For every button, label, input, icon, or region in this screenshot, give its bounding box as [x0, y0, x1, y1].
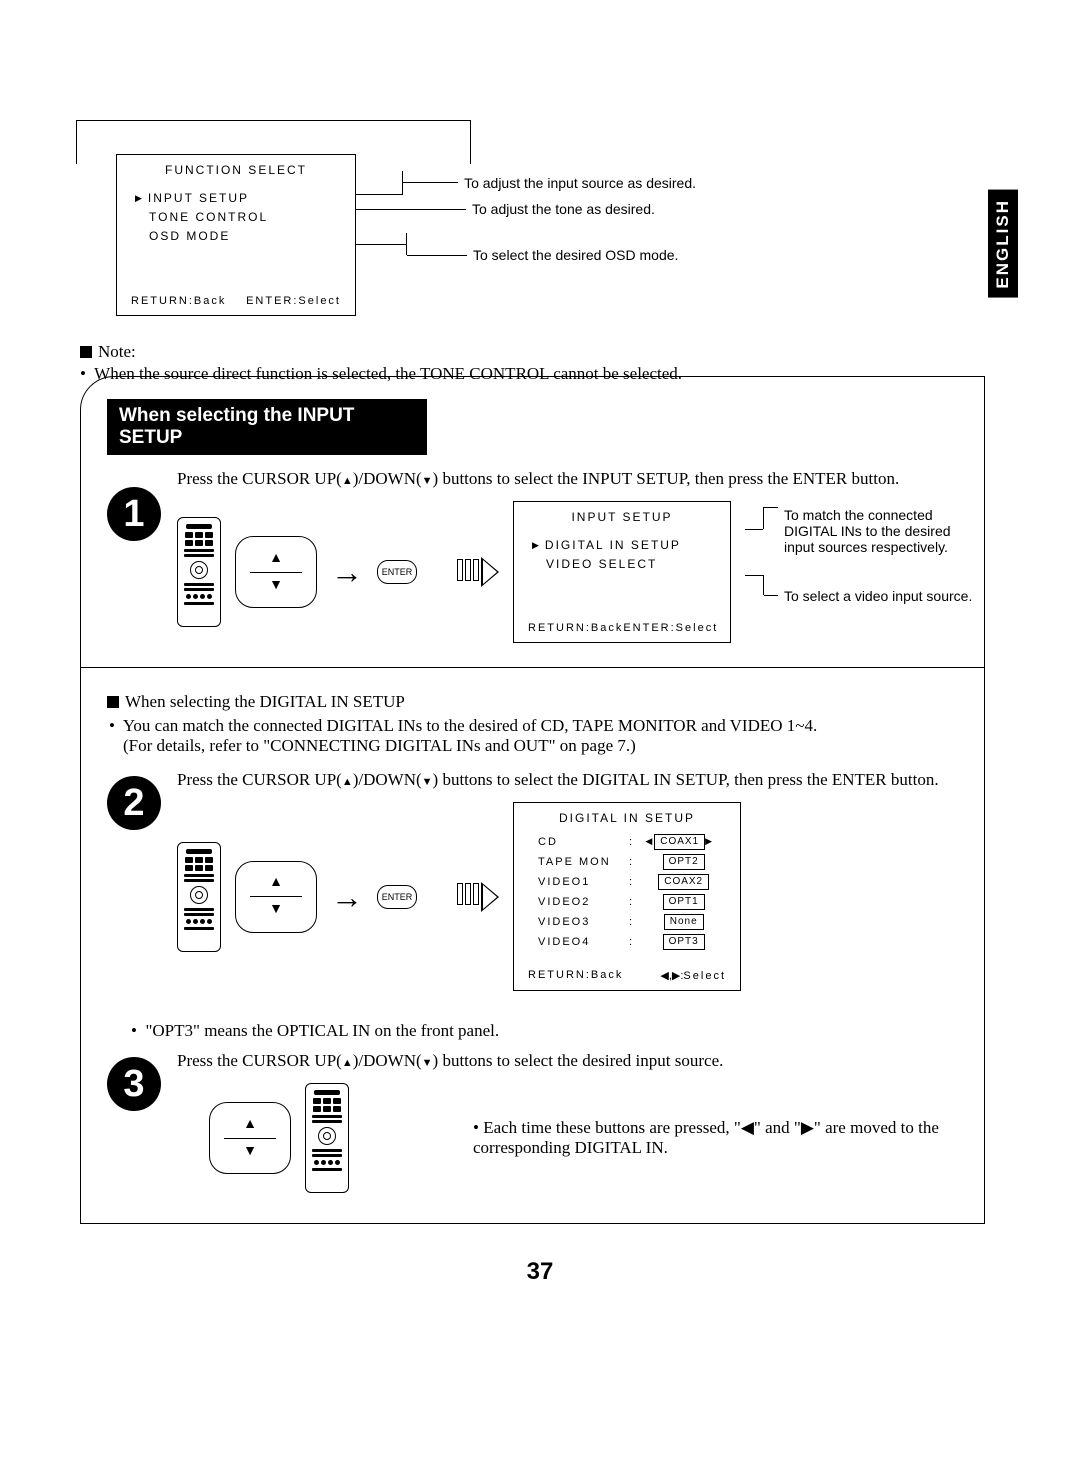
left-arrow-icon: ◀ — [741, 1118, 754, 1137]
osd-footer-return: RETURN:Back — [528, 969, 623, 982]
up-arrow-icon — [342, 1051, 353, 1070]
opt3-note: "OPT3" means the OPTICAL IN on the front… — [145, 1021, 499, 1040]
remote-control-illustration — [177, 842, 221, 952]
cursor-pad-illustration: ▲ ▼ — [209, 1102, 291, 1174]
note-text: When the source direct function is selec… — [94, 364, 682, 383]
table-row: VIDEO1:COAX2 — [534, 873, 726, 891]
step-3-number: 3 — [107, 1057, 161, 1111]
osd-title: DIGITAL IN SETUP — [514, 803, 740, 831]
function-select-osd: FUNCTION SELECT INPUT SETUP TONE CONTROL… — [116, 154, 356, 316]
osd-title: INPUT SETUP — [514, 502, 730, 536]
osd-footer-return: RETURN:Back — [528, 622, 623, 634]
remote-control-illustration — [305, 1083, 349, 1193]
chevron-down-icon: ▼ — [269, 903, 283, 917]
note-label: Note: — [80, 342, 136, 361]
osd-footer-return: RETURN:Back — [131, 295, 226, 307]
osd-title: FUNCTION SELECT — [117, 155, 355, 189]
callout-input: To adjust the input source as desired. — [464, 175, 696, 191]
input-setup-osd: INPUT SETUP DIGITAL IN SETUP VIDEO SELEC… — [513, 501, 731, 643]
down-arrow-icon — [422, 770, 433, 789]
up-arrow-icon — [342, 469, 353, 488]
digital-in-bullet-2: (For details, refer to "CONNECTING DIGIT… — [123, 736, 636, 755]
right-arrow-icon: ▶ — [801, 1118, 814, 1137]
bullet-icon: • — [131, 1021, 141, 1040]
chevron-down-icon: ▼ — [243, 1145, 257, 1159]
input-setup-callouts: To match the connected DIGITAL INs to th… — [745, 501, 958, 643]
cursor-pad-illustration: ▲ ▼ — [235, 536, 317, 608]
function-select-callouts: To adjust the input source as desired. T… — [356, 194, 696, 263]
input-setup-section: When selecting the INPUT SETUP 1 Press t… — [80, 376, 985, 1224]
page-content: FUNCTION SELECT INPUT SETUP TONE CONTROL… — [80, 140, 985, 1224]
osd-item-osd-mode: OSD MODE — [135, 227, 343, 246]
callout-tone: To adjust the tone as desired. — [472, 201, 655, 217]
step-1-instruction: Press the CURSOR UP()/DOWN() buttons to … — [177, 469, 958, 489]
osd-item-digital-in: DIGITAL IN SETUP — [532, 536, 718, 555]
table-row: VIDEO4:OPT3 — [534, 933, 726, 951]
step-3-note: • Each time these buttons are pressed, "… — [363, 1118, 958, 1158]
digital-in-setup-osd: DIGITAL IN SETUP CD:◀COAX1▶ TAPE MON:OPT… — [513, 802, 741, 991]
callout-osd: To select the desired OSD mode. — [473, 247, 678, 263]
digital-in-table: CD:◀COAX1▶ TAPE MON:OPT2 VIDEO1:COAX2 VI… — [532, 831, 728, 953]
up-arrow-icon — [342, 770, 353, 789]
enter-button-illustration: ENTER — [377, 885, 417, 909]
step-3-instruction: Press the CURSOR UP()/DOWN() buttons to … — [177, 1051, 958, 1071]
table-row: VIDEO2:OPT1 — [534, 893, 726, 911]
arrow-right-icon: → — [331, 881, 363, 913]
osd-item-video-select: VIDEO SELECT — [532, 555, 718, 574]
remote-control-illustration — [177, 517, 221, 627]
table-row: CD:◀COAX1▶ — [534, 833, 726, 851]
callout-video: To select a video input source. — [784, 588, 972, 604]
osd-footer-enter: ENTER:Select — [623, 622, 718, 634]
chevron-up-icon: ▲ — [243, 1118, 257, 1132]
osd-footer-enter: ENTER:Select — [246, 295, 341, 307]
digital-in-header: When selecting the DIGITAL IN SETUP — [107, 692, 405, 711]
hollow-arrow-icon — [457, 882, 499, 912]
page-number: 37 — [0, 1258, 1080, 1286]
bullet-icon: • — [109, 716, 119, 735]
osd-footer-select: ◀,▶:Select — [660, 969, 726, 982]
hollow-arrow-icon — [457, 557, 499, 587]
enter-button-illustration: ENTER — [377, 560, 417, 584]
step-1-number: 1 — [107, 487, 161, 541]
table-row: VIDEO3:None — [534, 913, 726, 931]
digital-in-bullet-1: You can match the connected DIGITAL INs … — [123, 716, 817, 735]
cursor-pad-illustration: ▲ ▼ — [235, 861, 317, 933]
step-2-number: 2 — [107, 776, 161, 830]
down-arrow-icon — [422, 469, 433, 488]
arrow-right-icon: → — [331, 556, 363, 588]
language-tab: ENGLISH — [988, 190, 1018, 298]
step-2-instruction: Press the CURSOR UP()/DOWN() buttons to … — [177, 770, 958, 790]
osd-item-tone-control: TONE CONTROL — [135, 208, 343, 227]
chevron-up-icon: ▲ — [269, 876, 283, 890]
bullet-icon: • — [80, 364, 90, 383]
table-row: TAPE MON:OPT2 — [534, 853, 726, 871]
chevron-down-icon: ▼ — [269, 579, 283, 593]
section-header: When selecting the INPUT SETUP — [107, 399, 427, 455]
callout-digital: To match the connected DIGITAL INs to th… — [784, 507, 974, 555]
chevron-up-icon: ▲ — [269, 552, 283, 566]
down-arrow-icon — [422, 1051, 433, 1070]
osd-item-input-setup: INPUT SETUP — [135, 189, 343, 208]
